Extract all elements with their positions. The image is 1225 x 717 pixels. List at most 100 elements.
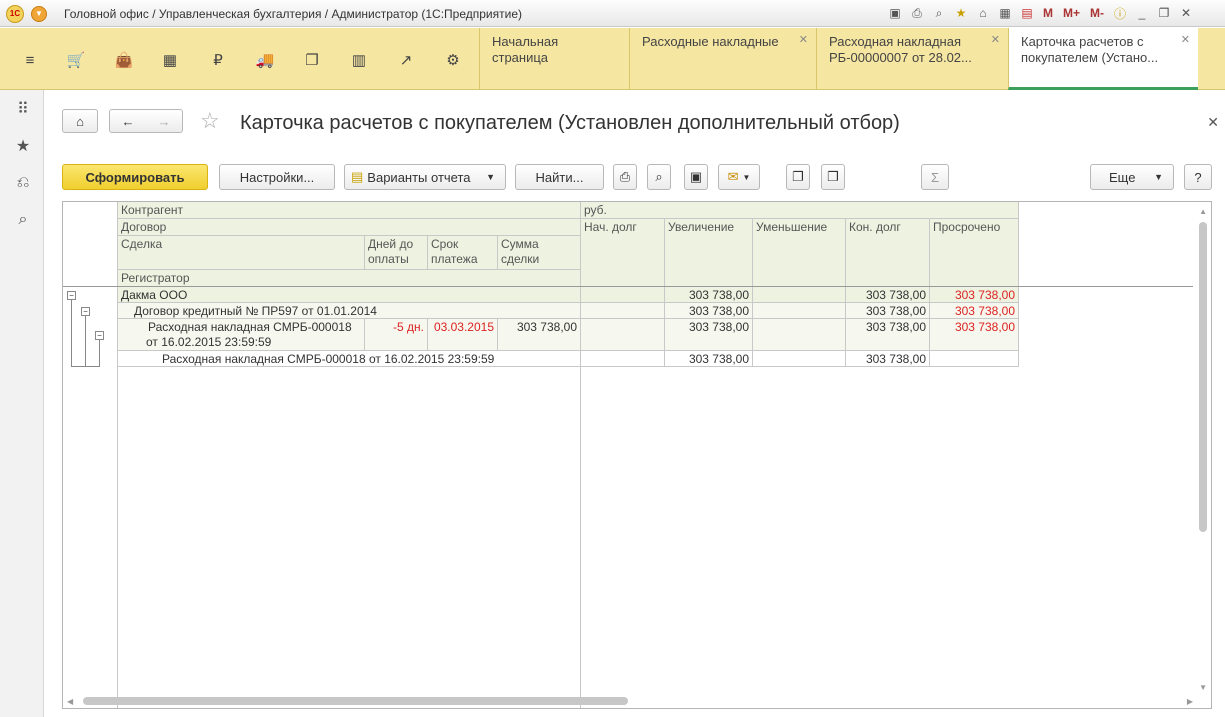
- main-menu-icon[interactable]: ▼: [31, 6, 47, 22]
- copy-button[interactable]: ❐: [786, 164, 810, 190]
- tab-report[interactable]: Карточка расчетов с покупателем (Устано.…: [1008, 28, 1198, 90]
- print-button[interactable]: ⎙: [613, 164, 637, 190]
- tree-line: [71, 300, 72, 366]
- email-button[interactable]: ✉ ▼: [718, 164, 760, 190]
- warehouse-icon[interactable]: ▦: [160, 50, 180, 70]
- scroll-left-icon[interactable]: ◀: [67, 697, 73, 706]
- favorites-icon[interactable]: ★: [952, 4, 970, 22]
- sections-panel: ≡ 🛒 👜 ▦ ₽ 🚚 ❐ ▥ ↗ ⚙ Начальная страница Р…: [0, 28, 1225, 90]
- memory-mplus-button[interactable]: M+: [1060, 4, 1083, 22]
- vertical-scrollbar[interactable]: [1199, 222, 1207, 532]
- row-contract-name: Договор кредитный № ПР597 от 01.01.2014: [118, 303, 580, 318]
- close-window-icon[interactable]: ✕: [1177, 4, 1195, 22]
- grid-line: [581, 218, 1018, 219]
- window-titlebar: 1С ▼ Головной офис / Управленческая бухг…: [0, 0, 1225, 27]
- header-overdue: Просрочено: [930, 219, 1018, 286]
- forward-arrow-icon[interactable]: →: [158, 114, 171, 129]
- close-icon[interactable]: ✕: [799, 32, 808, 48]
- generate-button[interactable]: Сформировать: [62, 164, 208, 190]
- calculator-icon[interactable]: ▦: [996, 4, 1014, 22]
- documents-icon[interactable]: ❐: [302, 50, 322, 70]
- cart-icon[interactable]: 🛒: [66, 50, 86, 70]
- minimize-icon[interactable]: _: [1133, 4, 1151, 22]
- history-icon[interactable]: ⎌: [12, 172, 34, 194]
- grid-line: [427, 319, 428, 350]
- collapse-icon[interactable]: −: [67, 291, 76, 300]
- close-form-icon[interactable]: ✕: [1207, 114, 1219, 131]
- memory-m-button[interactable]: M: [1040, 4, 1056, 22]
- collapse-icon[interactable]: −: [95, 331, 104, 340]
- scroll-up-icon[interactable]: ▲: [1199, 207, 1207, 216]
- grid-line: [364, 319, 365, 350]
- gear-icon[interactable]: ⚙: [443, 50, 463, 70]
- save-button[interactable]: ▣: [684, 164, 708, 190]
- sum-button[interactable]: Σ: [921, 164, 949, 190]
- nav-buttons: ← →: [109, 109, 183, 133]
- memory-mminus-button[interactable]: M-: [1087, 4, 1107, 22]
- grid-line: [118, 350, 1018, 351]
- star-icon[interactable]: ★: [12, 135, 34, 157]
- home-button[interactable]: ⌂: [62, 109, 98, 133]
- grid-line: [752, 219, 753, 367]
- horizontal-scrollbar[interactable]: [83, 697, 628, 705]
- row-deal-decrease: [753, 319, 845, 350]
- help-button[interactable]: ?: [1184, 164, 1212, 190]
- tree-line: [85, 316, 86, 366]
- header-increase: Увеличение: [665, 219, 752, 286]
- row-contract-end-debt: 303 738,00: [846, 303, 929, 318]
- menu-icon[interactable]: ≡: [20, 50, 40, 70]
- apps-grid-icon[interactable]: ⠿: [12, 98, 34, 120]
- print-icon[interactable]: ⎙: [908, 4, 926, 22]
- more-button[interactable]: Еще ▼: [1090, 164, 1174, 190]
- trend-icon[interactable]: ↗: [396, 50, 416, 70]
- scroll-right-icon[interactable]: ▶: [1187, 697, 1193, 706]
- favorite-star-icon[interactable]: ☆: [200, 108, 220, 134]
- left-sidebar: ⠿ ★ ⎌ ⌕: [0, 90, 44, 717]
- row-registrar-name: Расходная накладная СМРБ-000018 от 16.02…: [162, 352, 495, 366]
- bar-chart-icon[interactable]: ▥: [349, 50, 369, 70]
- row-deal-sum: 303 738,00: [498, 319, 580, 350]
- save-icon[interactable]: ▣: [886, 4, 904, 22]
- grid-line: [118, 318, 1018, 319]
- grid-line: [580, 202, 581, 708]
- money-icon[interactable]: ₽: [208, 50, 228, 70]
- tab-invoices[interactable]: Расходные накладные ✕: [629, 28, 816, 90]
- report-spreadsheet[interactable]: Контрагент Договор Сделка Дней до оплаты…: [62, 201, 1212, 709]
- tab-report-label: Карточка расчетов с покупателем (Устано.…: [1021, 34, 1159, 65]
- dropdown-arrow-icon: ▼: [742, 172, 751, 182]
- truck-icon[interactable]: 🚚: [255, 50, 275, 70]
- home-icon[interactable]: ⌂: [974, 4, 992, 22]
- collapse-icon[interactable]: −: [81, 307, 90, 316]
- grid-line: [427, 236, 428, 269]
- scroll-down-icon[interactable]: ▼: [1199, 683, 1207, 692]
- back-arrow-icon[interactable]: ←: [122, 114, 135, 129]
- search-icon[interactable]: ⌕: [12, 209, 34, 231]
- row-counterparty-overdue: 303 738,00: [930, 287, 1018, 302]
- preview-button[interactable]: ⌕: [647, 164, 671, 190]
- dropdown-arrow-icon: ▼: [486, 172, 495, 182]
- header-due-date: Срок платежа: [428, 236, 497, 269]
- form-header: ⌂ ← → ☆ Карточка расчетов с покупателем …: [44, 90, 1225, 160]
- report-variants-button[interactable]: ▤ Варианты отчета ▼: [344, 164, 506, 190]
- tab-invoices-label: Расходные накладные: [642, 34, 779, 49]
- tree-line: [71, 366, 100, 367]
- row-deal-start-debt: [581, 319, 664, 350]
- calendar-icon[interactable]: ▤: [1018, 4, 1036, 22]
- paste-button[interactable]: ❐: [821, 164, 845, 190]
- grid-line: [118, 235, 580, 236]
- grid-line: [118, 218, 580, 219]
- row-counterparty-name: Дакма ООО: [118, 287, 580, 302]
- tab-invoice-document[interactable]: Расходная накладная РБ-00000007 от 28.02…: [816, 28, 1008, 90]
- find-button[interactable]: Найти...: [515, 164, 604, 190]
- row-contract-decrease: [753, 303, 845, 318]
- tab-home[interactable]: Начальная страница: [479, 28, 629, 90]
- preview-icon[interactable]: ⌕: [930, 4, 948, 22]
- bag-icon[interactable]: 👜: [114, 50, 134, 70]
- info-icon[interactable]: ⓘ: [1111, 4, 1129, 22]
- header-days-to-pay: Дней до оплаты: [365, 236, 427, 269]
- close-icon[interactable]: ✕: [991, 32, 1000, 48]
- row-registrar-increase: 303 738,00: [688, 352, 749, 366]
- close-icon[interactable]: ✕: [1181, 32, 1190, 48]
- restore-icon[interactable]: ❐: [1155, 4, 1173, 22]
- settings-button[interactable]: Настройки...: [219, 164, 335, 190]
